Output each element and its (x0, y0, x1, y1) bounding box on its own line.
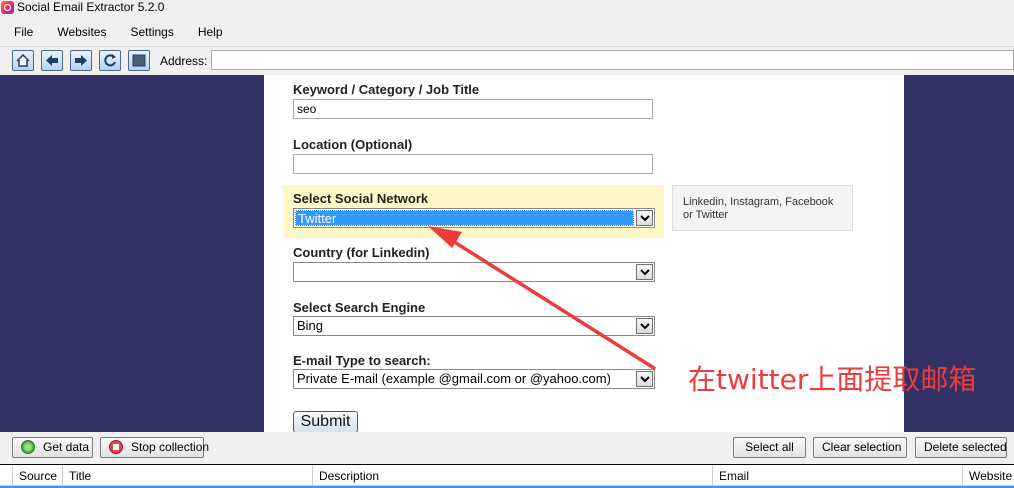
dropdown-button[interactable] (636, 371, 653, 387)
forward-arrow-icon (75, 55, 87, 66)
country-label: Country (for Linkedin) (293, 245, 430, 260)
column-header-source[interactable]: Source (12, 465, 62, 487)
menu-bar: File Websites Settings Help (0, 22, 1014, 42)
social-network-select[interactable]: Twitter (293, 208, 655, 228)
email-type-label: E-mail Type to search: (293, 353, 431, 368)
email-type-value: Private E-mail (example @gmail.com or @y… (297, 371, 611, 386)
country-select[interactable] (293, 262, 655, 282)
annotation-text: 在twitter上面提取邮箱 (688, 363, 977, 396)
chevron-down-icon (640, 215, 650, 222)
location-label: Location (Optional) (293, 137, 413, 152)
submit-button[interactable]: Submit (293, 411, 358, 433)
chevron-down-icon (640, 323, 650, 330)
dropdown-button[interactable] (636, 210, 653, 226)
play-icon (21, 440, 35, 454)
menu-help[interactable]: Help (184, 22, 233, 42)
results-grid-header: Source Title Description Email Website L (0, 464, 1014, 487)
column-header-description[interactable]: Description (312, 465, 712, 487)
stop-icon (109, 440, 123, 454)
menu-websites[interactable]: Websites (43, 22, 116, 42)
stop-collection-button[interactable]: Stop collection (100, 437, 209, 458)
country-value (295, 264, 634, 280)
stop-square-icon (132, 54, 146, 67)
social-network-value: Twitter (295, 210, 634, 226)
action-bar: Get data Stop collection Select all Clea… (0, 432, 1014, 462)
delete-selected-button[interactable]: Delete selected (915, 437, 1007, 458)
column-header-email[interactable]: Email (712, 465, 962, 487)
title-bar: Social Email Extractor 5.2.0 (0, 0, 1014, 16)
back-button[interactable] (41, 50, 63, 71)
select-all-button[interactable]: Select all (733, 437, 806, 458)
menu-file[interactable]: File (0, 22, 43, 42)
home-icon (16, 53, 30, 67)
email-type-select[interactable]: Private E-mail (example @gmail.com or @y… (293, 369, 655, 389)
column-header-title[interactable]: Title (62, 465, 312, 487)
chevron-down-icon (640, 376, 650, 383)
refresh-button[interactable] (99, 50, 121, 71)
column-header-website[interactable]: Website L (962, 465, 1014, 487)
clear-selection-button[interactable]: Clear selection (813, 437, 907, 458)
chevron-down-icon (640, 269, 650, 276)
back-arrow-icon (46, 55, 58, 66)
window-title: Social Email Extractor 5.2.0 (17, 0, 165, 14)
stop-button[interactable] (128, 50, 150, 71)
dropdown-button[interactable] (636, 264, 653, 280)
address-label: Address: (160, 54, 208, 68)
refresh-icon (104, 54, 116, 67)
home-button[interactable] (12, 50, 34, 71)
get-data-button[interactable]: Get data (12, 437, 93, 458)
search-engine-value: Bing (297, 318, 324, 333)
social-network-label: Select Social Network (293, 191, 429, 206)
search-engine-label: Select Search Engine (293, 300, 426, 315)
location-input[interactable] (293, 154, 653, 174)
menu-settings[interactable]: Settings (116, 22, 183, 42)
stop-collection-label: Stop collection (131, 440, 210, 454)
dropdown-button[interactable] (636, 318, 653, 334)
get-data-label: Get data (43, 440, 90, 454)
keyword-label: Keyword / Category / Job Title (293, 82, 480, 97)
instagram-app-icon (1, 1, 14, 14)
search-engine-select[interactable]: Bing (293, 316, 655, 336)
address-input[interactable] (211, 50, 1014, 70)
forward-button[interactable] (70, 50, 92, 71)
social-network-hint: Linkedin, Instagram, Facebook or Twitter (672, 185, 853, 231)
keyword-input[interactable]: seo (293, 99, 653, 119)
